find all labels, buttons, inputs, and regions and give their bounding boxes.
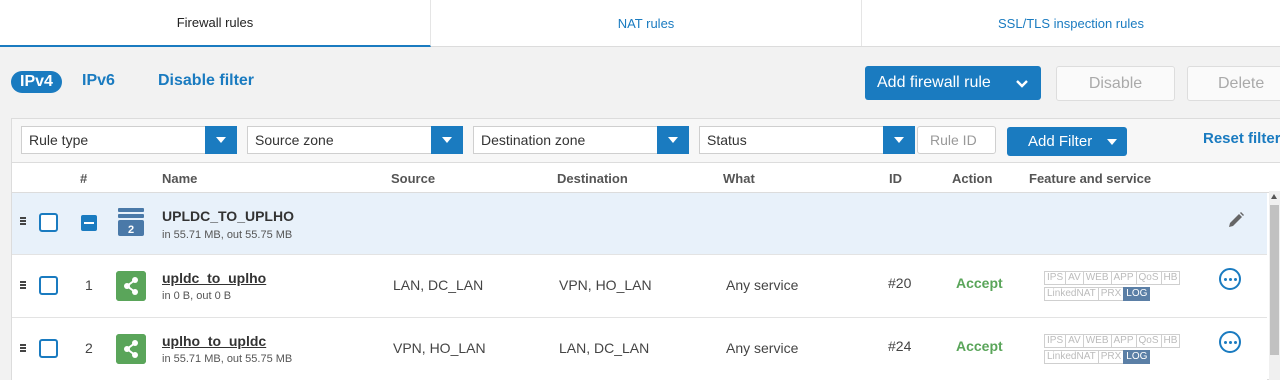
rules-panel: Rule type Source zone Destination zone S… [11,118,1280,380]
rule-id: #24 [888,338,912,354]
badge-linkednat: LinkedNAT [1044,287,1099,301]
disable-filter-link[interactable]: Disable filter [158,72,254,90]
badge-ips: IPS [1044,334,1067,348]
rule-source: VPN, HO_LAN [393,340,486,356]
rule-destination: VPN, HO_LAN [559,277,652,293]
table-row[interactable]: 1 upldc_to_uplho in 0 B, out 0 B LAN, DC… [12,255,1267,318]
column-header-what[interactable]: What [723,171,755,186]
rule-name-link[interactable]: uplho_to_upldc [162,333,266,349]
rule-checkbox[interactable] [39,339,58,358]
column-header-action[interactable]: Action [952,171,992,186]
rule-group-row[interactable]: 2 UPLDC_TO_UPLHO in 55.71 MB, out 55.75 … [12,193,1267,255]
column-header-num: # [80,171,88,186]
rule-type-label: Rule type [29,132,89,148]
scrollbar-thumb[interactable] [1270,205,1279,355]
tab-ssl-tls-inspection-rules[interactable]: SSL/TLS inspection rules [862,0,1280,46]
reset-filter-link[interactable]: Reset filter [1203,130,1280,147]
add-filter-button[interactable]: Add Filter [1007,127,1127,156]
badge-hb: HB [1160,334,1181,348]
drag-handle-icon[interactable] [20,217,26,226]
rule-what: Any service [726,277,799,293]
group-checkbox[interactable] [39,213,58,232]
column-header-id[interactable]: ID [889,171,902,186]
vertical-scrollbar[interactable] [1269,191,1280,380]
badge-prx: PRX [1097,350,1125,364]
rule-number: 2 [85,340,93,356]
table-header: # Name Source Destination What ID Action… [12,163,1280,193]
chevron-down-icon[interactable] [657,126,689,154]
rule-source: LAN, DC_LAN [393,277,484,293]
feature-badges: IPS AV WEB APP QoS HB LinkedNAT PRX LOG [1044,271,1210,303]
tab-firewall-rules[interactable]: Firewall rules [0,0,431,47]
badge-prx: PRX [1097,287,1125,301]
rule-group-icon: 2 [118,208,144,236]
tab-bar: Firewall rules NAT rules SSL/TLS inspect… [0,0,1280,47]
rule-what: Any service [726,340,799,356]
drag-handle-icon[interactable] [20,344,26,353]
filter-bar: Rule type Source zone Destination zone S… [12,119,1280,163]
status-label: Status [707,132,747,148]
rule-name-link[interactable]: upldc_to_uplho [162,270,266,286]
drag-handle-icon[interactable] [20,281,26,290]
scroll-up-icon[interactable] [1271,194,1277,199]
more-options-icon[interactable] [1219,331,1241,353]
badge-qos: QoS [1135,271,1162,285]
share-icon [116,334,146,364]
column-header-source[interactable]: Source [391,171,435,186]
group-name: UPLDC_TO_UPLHO [162,208,294,224]
badge-av: AV [1065,271,1084,285]
source-zone-select[interactable]: Source zone [247,126,463,154]
add-firewall-rule-label: Add firewall rule [877,74,991,91]
disable-button[interactable]: Disable [1056,66,1175,101]
more-options-icon[interactable] [1219,268,1241,290]
chevron-down-icon[interactable] [431,126,463,154]
group-stats: in 55.71 MB, out 55.75 MB [162,229,293,241]
rule-id-input[interactable] [917,126,996,154]
badge-linkednat: LinkedNAT [1044,350,1099,364]
badge-app: APP [1110,334,1137,348]
chevron-down-icon [1016,80,1028,88]
share-icon [116,271,146,301]
column-header-feature: Feature and service [1029,171,1152,186]
rule-number: 1 [85,277,93,293]
badge-qos: QoS [1135,334,1162,348]
source-zone-label: Source zone [255,132,334,148]
ipv4-toggle[interactable]: IPv4 [11,71,62,93]
destination-zone-label: Destination zone [481,132,586,148]
add-firewall-rule-button[interactable]: Add firewall rule [865,66,1041,100]
rule-type-select[interactable]: Rule type [21,126,237,154]
column-header-destination[interactable]: Destination [557,171,628,186]
rule-action: Accept [956,275,1003,291]
badge-log: LOG [1123,287,1151,301]
edit-icon[interactable] [1227,211,1245,229]
badge-ips: IPS [1044,271,1067,285]
delete-button[interactable]: Delete [1187,66,1280,101]
badge-web: WEB [1082,334,1112,348]
ipv6-toggle[interactable]: IPv6 [82,72,115,90]
badge-hb: HB [1160,271,1181,285]
destination-zone-select[interactable]: Destination zone [473,126,689,154]
table-row[interactable]: 2 uplho_to_upldc in 55.71 MB, out 55.75 … [12,318,1267,380]
collapse-icon[interactable] [81,215,97,231]
rule-checkbox[interactable] [39,276,58,295]
caret-down-icon [1107,139,1117,145]
rule-stats: in 55.71 MB, out 55.75 MB [162,353,293,365]
chevron-down-icon[interactable] [205,126,237,154]
rule-destination: LAN, DC_LAN [559,340,650,356]
add-filter-label: Add Filter [1028,133,1093,150]
rule-id: #20 [888,275,912,291]
rule-action: Accept [956,338,1003,354]
group-count: 2 [128,224,134,236]
chevron-down-icon[interactable] [883,126,915,154]
tab-nat-rules[interactable]: NAT rules [431,0,862,46]
badge-log: LOG [1123,350,1151,364]
badge-av: AV [1065,334,1084,348]
badge-web: WEB [1082,271,1112,285]
column-header-name[interactable]: Name [162,171,197,186]
status-select[interactable]: Status [699,126,915,154]
feature-badges: IPS AV WEB APP QoS HB LinkedNAT PRX LOG [1044,334,1210,366]
rule-stats: in 0 B, out 0 B [162,290,232,302]
badge-app: APP [1110,271,1137,285]
